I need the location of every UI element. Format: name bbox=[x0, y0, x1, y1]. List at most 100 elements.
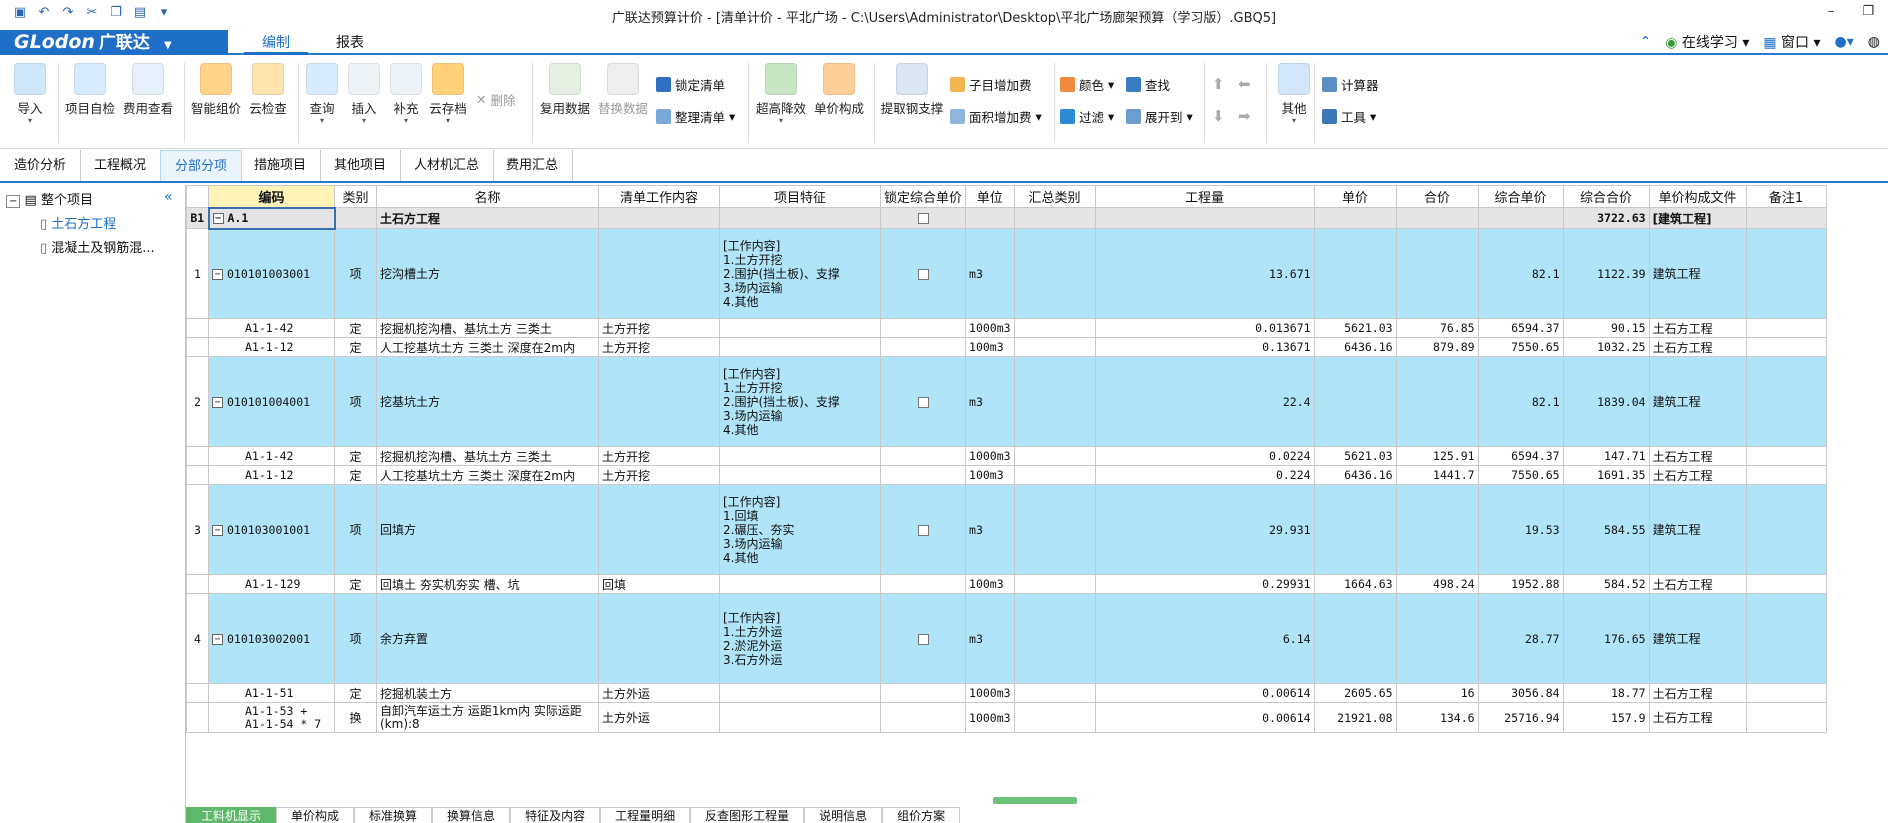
qty-cell[interactable]: 0.224 bbox=[1094, 465, 1315, 485]
bottom-tab[interactable]: 特征及内容 bbox=[510, 807, 601, 823]
work-cell[interactable]: 土方开挖 bbox=[598, 337, 720, 357]
unit-price-cell[interactable]: 7550.65 bbox=[1477, 337, 1564, 357]
unit-cell[interactable]: 100m3 bbox=[965, 574, 1015, 594]
unit-cell[interactable]: 1000m3 bbox=[965, 702, 1015, 733]
summary-cell[interactable] bbox=[1013, 446, 1096, 466]
summary-cell[interactable] bbox=[1013, 574, 1096, 594]
name-cell[interactable]: 余方弃置 bbox=[376, 593, 599, 684]
lock-cell[interactable] bbox=[879, 446, 967, 466]
unit-cell[interactable]: m3 bbox=[965, 593, 1015, 684]
feature-cell[interactable] bbox=[719, 446, 881, 466]
total-cell[interactable]: 879.89 bbox=[1395, 337, 1479, 357]
color-button[interactable]: 颜色 ▾ bbox=[1060, 75, 1114, 94]
file-cell[interactable]: 土石方工程 bbox=[1648, 337, 1747, 357]
tidy-list-button[interactable]: 整理清单 ▾ bbox=[656, 107, 735, 126]
type-cell[interactable]: 定 bbox=[334, 337, 377, 357]
tab-project-overview[interactable]: 工程概况 bbox=[80, 150, 162, 181]
section-file[interactable]: [建筑工程] bbox=[1648, 207, 1747, 229]
unit-price-cell[interactable]: 1952.88 bbox=[1477, 574, 1564, 594]
window-menu-button[interactable]: ▦ 窗口 ▾ bbox=[1763, 32, 1820, 52]
other-button[interactable]: 其他 ▾ bbox=[1272, 63, 1316, 125]
summary-cell[interactable] bbox=[1013, 318, 1096, 338]
summary-cell[interactable] bbox=[1013, 465, 1096, 485]
move-down-icon[interactable]: ⬇ bbox=[1212, 107, 1225, 125]
quota-row[interactable]: A1-1-42 定挖掘机挖沟槽、基坑土方 三类土 土方开挖 1000m3 0.01367… bbox=[186, 318, 1827, 338]
code-cell[interactable]: A1-1-129 bbox=[208, 574, 335, 594]
quota-row[interactable]: A1-1-129 定回填土 夯实机夯实 槽、坑 回填 100m3 0.29931 1664… bbox=[186, 574, 1827, 594]
unit-price-cell[interactable]: 25716.94 bbox=[1477, 702, 1564, 733]
list-item-row[interactable]: 4−010103002001 项余方弃置 [工作内容] 1.土方外运 2.淤泥外运 … bbox=[186, 593, 1827, 684]
lock-cell[interactable] bbox=[879, 356, 967, 447]
section-code-cell[interactable]: − A.1 bbox=[207, 206, 336, 230]
reuse-data-button[interactable]: 复用数据 bbox=[538, 63, 592, 117]
extract-support-button[interactable]: 提取钢支撑 bbox=[880, 63, 944, 117]
name-cell[interactable]: 挖基坑土方 bbox=[376, 356, 599, 447]
unit-total-cell[interactable]: 176.65 bbox=[1562, 593, 1650, 684]
unit-total-cell[interactable]: 1839.04 bbox=[1562, 356, 1650, 447]
lock-cell[interactable] bbox=[879, 465, 967, 485]
lock-cell[interactable] bbox=[879, 484, 967, 575]
remark-cell[interactable] bbox=[1745, 574, 1827, 594]
feature-cell[interactable] bbox=[719, 337, 881, 357]
remark-cell[interactable] bbox=[1745, 446, 1827, 466]
quota-row[interactable]: A1-1-51 定挖掘机装土方 土方外运 1000m3 0.00614 2605.65 16… bbox=[186, 683, 1827, 703]
fee-view-button[interactable]: 费用查看 bbox=[122, 63, 174, 117]
section-row[interactable]: B1 − A.1 土石方工程 3722.63 [建筑工程] bbox=[186, 206, 1827, 230]
type-cell[interactable]: 项 bbox=[334, 593, 377, 684]
name-cell[interactable]: 回填方 bbox=[376, 484, 599, 575]
find-button[interactable]: 查找 bbox=[1126, 75, 1170, 94]
unit-total-cell[interactable]: 18.77 bbox=[1562, 683, 1650, 703]
price-cell[interactable] bbox=[1313, 484, 1397, 575]
code-cell[interactable]: A1-1-53 + A1-1-54 * 7 bbox=[208, 702, 335, 733]
col-remark[interactable]: 备注1 bbox=[1745, 185, 1827, 208]
remark-cell[interactable] bbox=[1745, 318, 1827, 338]
type-cell[interactable]: 换 bbox=[334, 702, 377, 733]
section-qty[interactable] bbox=[1094, 207, 1315, 229]
code-cell[interactable]: −010103001001 bbox=[208, 484, 335, 575]
lock-list-button[interactable]: 锁定清单 bbox=[656, 75, 725, 94]
quota-row[interactable]: A1-1-53 + A1-1-54 * 7 换自卸汽车运土方 运距1km内 实际运… bbox=[186, 702, 1827, 733]
work-cell[interactable] bbox=[598, 356, 720, 447]
work-cell[interactable]: 土方开挖 bbox=[598, 446, 720, 466]
minimize-icon[interactable]: – bbox=[1828, 4, 1835, 19]
bottom-tab[interactable]: 换算信息 bbox=[432, 807, 511, 823]
unit-price-cell[interactable]: 82.1 bbox=[1477, 356, 1564, 447]
lock-cell[interactable] bbox=[879, 337, 967, 357]
price-cell[interactable]: 1664.63 bbox=[1313, 574, 1397, 594]
unit-cell[interactable]: m3 bbox=[965, 356, 1015, 447]
summary-cell[interactable] bbox=[1013, 337, 1096, 357]
list-item-row[interactable]: 1−010101003001 项挖沟槽土方 [工作内容] 1.土方开挖 2.围护(挡… bbox=[186, 228, 1827, 319]
total-cell[interactable] bbox=[1395, 228, 1479, 319]
total-cell[interactable]: 16 bbox=[1395, 683, 1479, 703]
file-cell[interactable]: 建筑工程 bbox=[1648, 356, 1747, 447]
file-cell[interactable]: 土石方工程 bbox=[1648, 702, 1747, 733]
lock-cell[interactable] bbox=[879, 228, 967, 319]
tree-root[interactable]: − ▤ 整个项目 bbox=[6, 189, 93, 208]
self-check-button[interactable]: 项目自检 bbox=[64, 63, 116, 117]
collapse-icon[interactable]: − bbox=[212, 268, 223, 280]
collapse-icon[interactable]: − bbox=[212, 524, 223, 536]
file-cell[interactable]: 土石方工程 bbox=[1648, 683, 1747, 703]
collapse-icon[interactable]: − bbox=[212, 396, 223, 408]
menu-tab-edit[interactable]: 编制 bbox=[244, 32, 308, 55]
section-lock[interactable] bbox=[879, 207, 967, 229]
quota-row[interactable]: A1-1-12 定人工挖基坑土方 三类土 深度在2m内 土方开挖 100m3 0.136… bbox=[186, 337, 1827, 357]
tree-collapse-icon[interactable]: − bbox=[6, 195, 21, 208]
file-cell[interactable]: 建筑工程 bbox=[1648, 484, 1747, 575]
file-cell[interactable]: 土石方工程 bbox=[1648, 318, 1747, 338]
lock-checkbox[interactable] bbox=[917, 633, 929, 645]
name-cell[interactable]: 挖掘机装土方 bbox=[376, 683, 599, 703]
price-cell[interactable]: 21921.08 bbox=[1313, 702, 1397, 733]
quota-row[interactable]: A1-1-42 定挖掘机挖沟槽、基坑土方 三类土 土方开挖 1000m3 0.0224 5… bbox=[186, 446, 1827, 466]
section-total[interactable] bbox=[1395, 207, 1479, 229]
glodon-logo[interactable]: GLodon 广联达 ▼ bbox=[0, 30, 228, 55]
area-fee-button[interactable]: 面积增加费 ▾ bbox=[950, 107, 1042, 126]
unit-total-cell[interactable]: 147.71 bbox=[1562, 446, 1650, 466]
expand-to-button[interactable]: 展开到 ▾ bbox=[1126, 107, 1193, 126]
replace-data-button[interactable]: 替换数据 bbox=[596, 63, 650, 117]
move-right-icon[interactable]: ➡ bbox=[1238, 107, 1251, 125]
unit-total-cell[interactable]: 1122.39 bbox=[1562, 228, 1650, 319]
unit-price-cell[interactable]: 6594.37 bbox=[1477, 446, 1564, 466]
type-cell[interactable]: 项 bbox=[334, 484, 377, 575]
code-cell[interactable]: A1-1-12 bbox=[208, 465, 335, 485]
